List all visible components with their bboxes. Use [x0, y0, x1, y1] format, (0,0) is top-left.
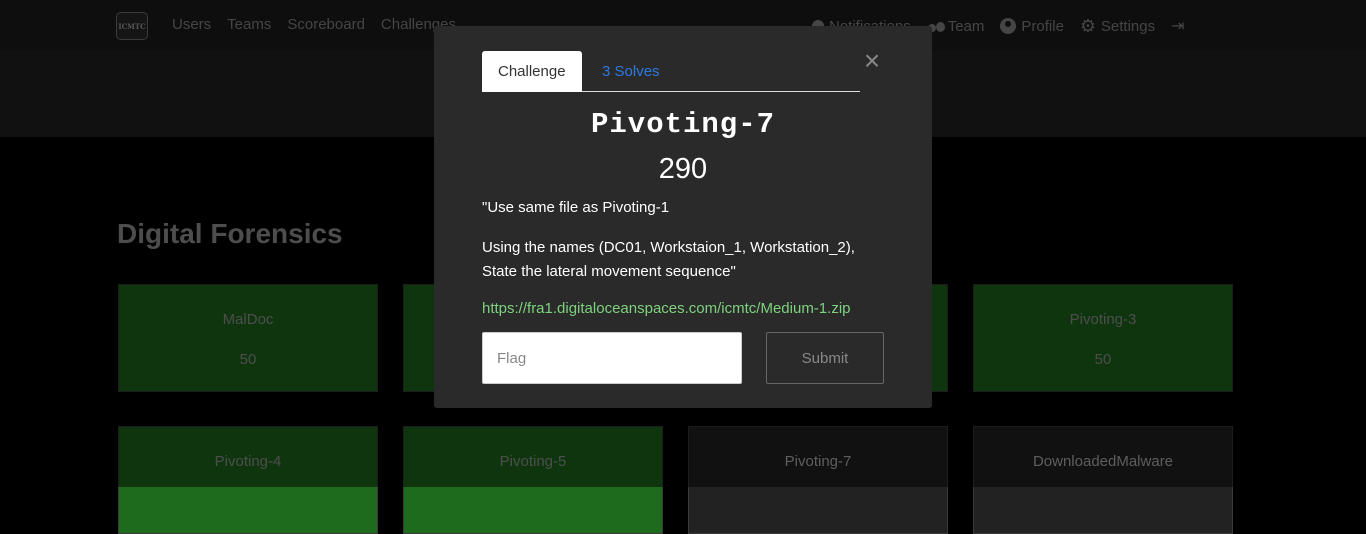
tab-challenge[interactable]: Challenge — [482, 51, 582, 92]
tab-solves[interactable]: 3 Solves — [586, 51, 676, 92]
challenge-modal: × Challenge 3 Solves Pivoting-7 290 "Use… — [434, 26, 932, 408]
submit-button[interactable]: Submit — [766, 332, 884, 384]
close-button[interactable]: × — [861, 47, 883, 75]
challenge-file-link[interactable]: https://fra1.digitaloceanspaces.com/icmt… — [482, 300, 851, 317]
challenge-title: Pivoting-7 — [590, 108, 776, 141]
challenge-description-line-1: "Use same file as Pivoting-1 — [482, 199, 670, 216]
challenge-value: 290 — [658, 153, 708, 185]
challenge-description-line-2: Using the names (DC01, Workstaion_1, Wor… — [482, 239, 855, 280]
flag-input[interactable] — [482, 332, 742, 384]
close-icon: × — [863, 45, 881, 76]
modal-tabs: Challenge 3 Solves — [482, 51, 860, 92]
